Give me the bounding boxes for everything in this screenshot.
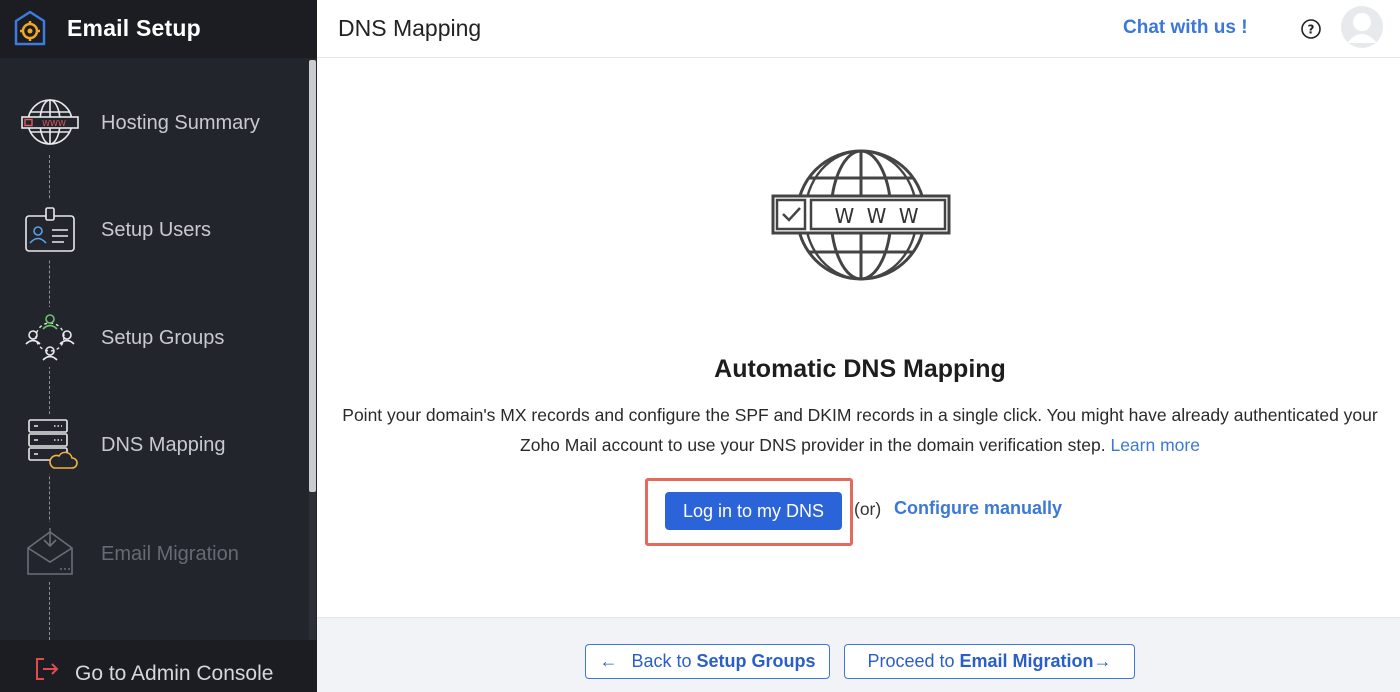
next-target: Email Migration <box>959 651 1094 671</box>
go-to-admin-console-label[interactable]: Go to Admin Console <box>75 662 273 686</box>
chat-with-us-link[interactable]: Chat with us ! <box>1123 17 1248 39</box>
sidebar-step-setup-groups[interactable]: Setup Groups <box>0 307 300 367</box>
svg-text:?: ? <box>1308 23 1315 37</box>
sidebar-step-hosting-summary[interactable]: WWW Hosting Summary <box>0 94 300 154</box>
www-globe-icon: WWW <box>20 94 80 154</box>
sidebar-scrollbar-track <box>309 492 316 642</box>
next-arrow-icon: → <box>1093 651 1112 671</box>
question-circle-icon[interactable]: ? <box>1300 18 1322 40</box>
server-cloud-icon <box>20 414 80 474</box>
exit-icon <box>36 658 59 680</box>
group-icon <box>20 307 80 367</box>
step-label: Setup Groups <box>101 327 225 349</box>
step-label: Setup Users <box>101 219 212 241</box>
user-card-icon <box>20 200 80 260</box>
sidebar-step-email-migration[interactable]: Email Migration <box>0 522 300 582</box>
sidebar-step-dns-mapping[interactable]: DNS Mapping <box>0 414 300 474</box>
back-target: Setup Groups <box>696 651 816 671</box>
sidebar-step-setup-users[interactable]: Setup Users <box>0 200 300 260</box>
sidebar: Email Setup WWW Hosting Summary Setup Us… <box>0 0 317 692</box>
page-title: DNS Mapping <box>338 15 482 41</box>
user-avatar-icon[interactable] <box>1340 5 1384 49</box>
learn-more-link[interactable]: Learn more <box>1110 435 1200 455</box>
description-line-2-text: Zoho Mail account to use your DNS provid… <box>520 435 1106 455</box>
or-separator: (or) <box>854 499 882 519</box>
email-setup-logo-icon <box>14 10 46 46</box>
back-to-setup-groups-button[interactable]: ← Back to Setup Groups <box>585 644 830 679</box>
svg-text:WWW: WWW <box>42 119 66 128</box>
description-line-2: Zoho Mail account to use your DNS provid… <box>317 430 1400 460</box>
section-description: Point your domain's MX records and confi… <box>317 400 1400 460</box>
back-prefix: Back to <box>631 651 692 671</box>
section-heading: Automatic DNS Mapping <box>714 355 1006 383</box>
configure-manually-link[interactable]: Configure manually <box>894 498 1062 519</box>
sidebar-header: Email Setup <box>0 0 317 58</box>
main-content <box>317 59 1400 617</box>
www-label: W W W <box>834 204 922 228</box>
next-prefix: Proceed to <box>867 651 955 671</box>
log-in-to-dns-button[interactable]: Log in to my DNS <box>665 492 842 530</box>
sidebar-scrollbar[interactable] <box>309 60 316 492</box>
proceed-to-email-migration-button[interactable]: Proceed to Email Migration → <box>844 644 1135 679</box>
description-line-1: Point your domain's MX records and confi… <box>342 405 1378 425</box>
step-label: DNS Mapping <box>101 434 226 456</box>
inbox-download-icon <box>20 522 80 582</box>
step-label: Email Migration <box>101 543 239 565</box>
back-arrow-icon: ← <box>599 651 618 671</box>
step-label: Hosting Summary <box>101 112 260 134</box>
sidebar-title: Email Setup <box>67 15 201 41</box>
